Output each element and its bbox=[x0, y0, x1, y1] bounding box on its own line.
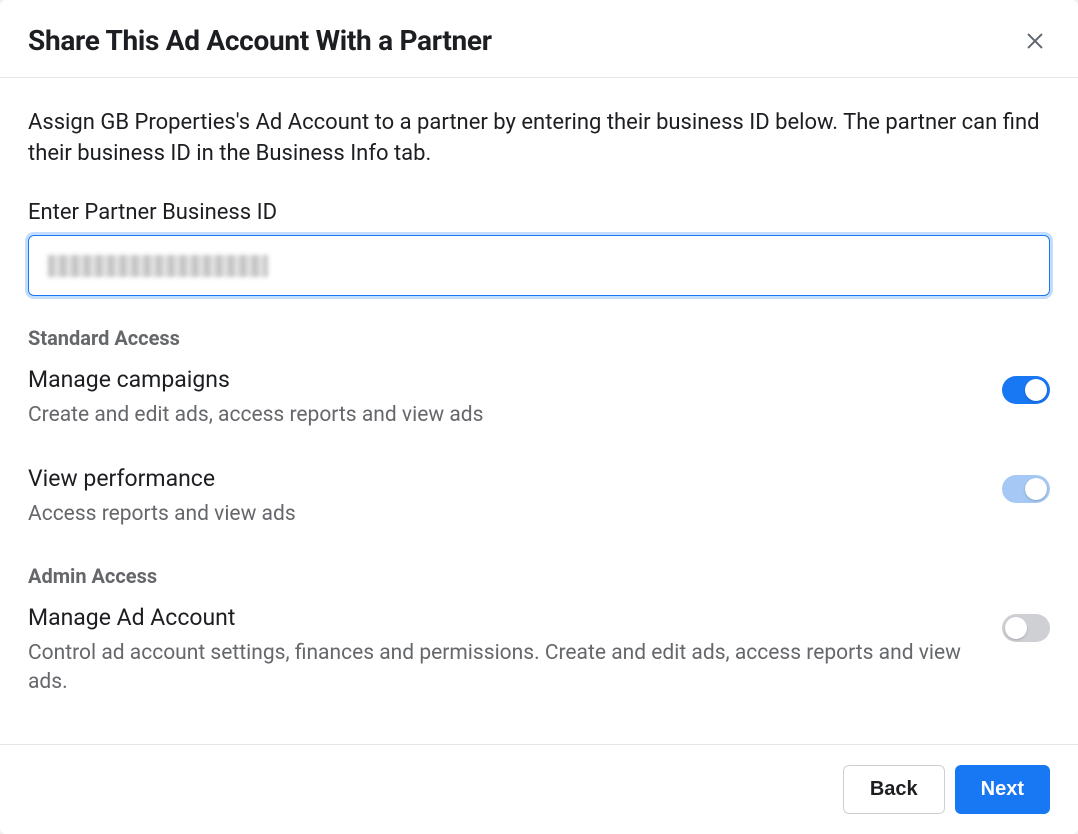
close-icon bbox=[1024, 30, 1046, 52]
business-id-input-wrapper bbox=[28, 235, 1050, 296]
modal-title: Share This Ad Account With a Partner bbox=[28, 24, 492, 57]
toggle-knob bbox=[1005, 617, 1027, 639]
admin-access-section: Admin Access Manage Ad Account Control a… bbox=[28, 564, 1050, 696]
permission-title: Manage campaigns bbox=[28, 366, 982, 393]
share-ad-account-modal: Share This Ad Account With a Partner Ass… bbox=[0, 0, 1078, 834]
permission-title: View performance bbox=[28, 465, 982, 492]
modal-header: Share This Ad Account With a Partner bbox=[0, 0, 1078, 78]
business-id-label: Enter Partner Business ID bbox=[28, 200, 1050, 225]
permission-title: Manage Ad Account bbox=[28, 604, 982, 631]
back-button[interactable]: Back bbox=[843, 765, 945, 814]
standard-access-heading: Standard Access bbox=[28, 326, 1050, 350]
modal-description: Assign GB Properties's Ad Account to a p… bbox=[28, 108, 1050, 170]
modal-body: Assign GB Properties's Ad Account to a p… bbox=[0, 78, 1078, 744]
modal-footer: Back Next bbox=[0, 744, 1078, 834]
next-button[interactable]: Next bbox=[955, 765, 1050, 814]
permission-manage-ad-account: Manage Ad Account Control ad account set… bbox=[28, 604, 1050, 696]
close-button[interactable] bbox=[1020, 26, 1050, 56]
permission-manage-campaigns: Manage campaigns Create and edit ads, ac… bbox=[28, 366, 1050, 429]
redacted-value bbox=[48, 255, 268, 277]
standard-access-section: Standard Access Manage campaigns Create … bbox=[28, 326, 1050, 529]
permission-desc: Control ad account settings, finances an… bbox=[28, 639, 982, 696]
toggle-manage-ad-account[interactable] bbox=[1002, 614, 1050, 642]
permission-desc: Access reports and view ads bbox=[28, 500, 982, 528]
toggle-manage-campaigns[interactable] bbox=[1002, 376, 1050, 404]
admin-access-heading: Admin Access bbox=[28, 564, 1050, 588]
toggle-view-performance[interactable] bbox=[1002, 475, 1050, 503]
business-id-input[interactable] bbox=[32, 239, 1046, 292]
permission-desc: Create and edit ads, access reports and … bbox=[28, 401, 982, 429]
toggle-knob bbox=[1025, 478, 1047, 500]
toggle-knob bbox=[1025, 379, 1047, 401]
permission-view-performance: View performance Access reports and view… bbox=[28, 465, 1050, 528]
